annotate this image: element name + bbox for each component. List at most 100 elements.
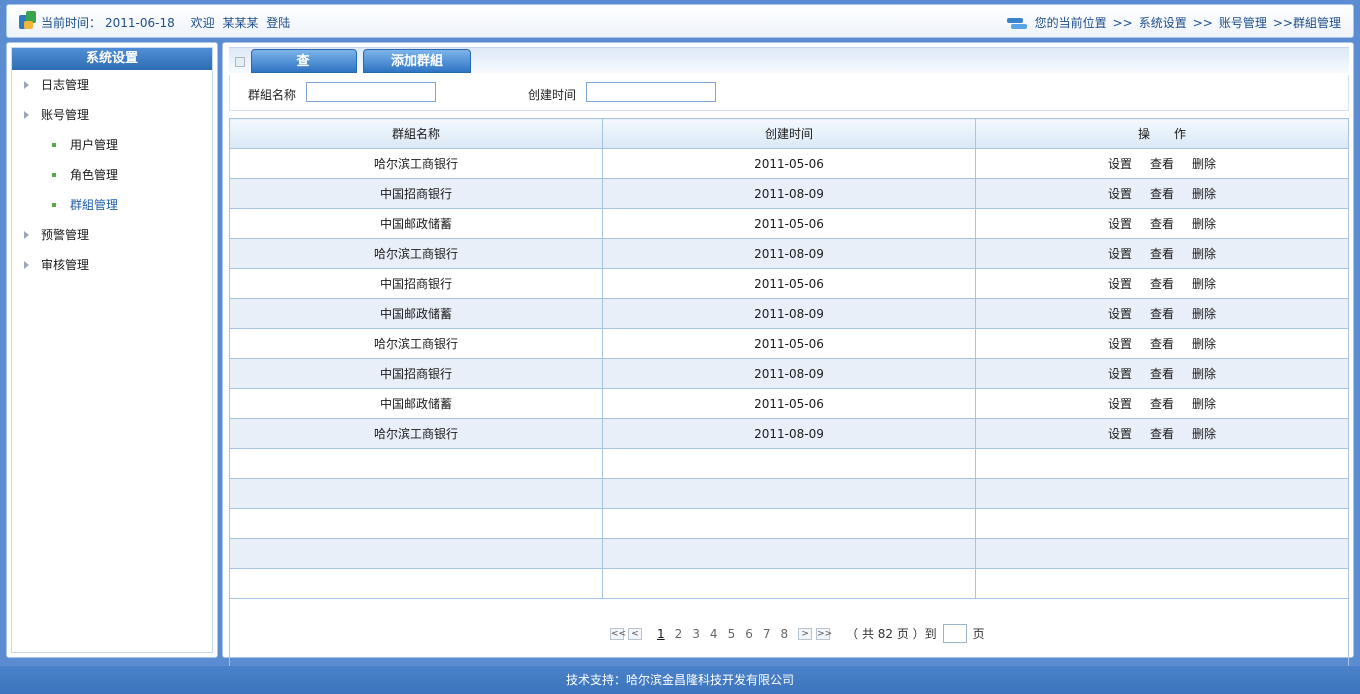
settings-link[interactable]: 设置 xyxy=(1108,427,1132,441)
last-page-button[interactable]: >> xyxy=(816,627,832,640)
sidebar-item-audit-management[interactable]: 审核管理 xyxy=(12,250,212,280)
settings-link[interactable]: 设置 xyxy=(1108,277,1132,291)
sidebar-item-label: 账号管理 xyxy=(41,108,90,122)
group-name-cell xyxy=(229,478,603,509)
table-row: 中国邮政储蓄 2011-05-06 设置 查看 删除 xyxy=(229,388,1349,419)
table-row xyxy=(229,448,1349,479)
settings-link[interactable]: 设置 xyxy=(1108,397,1132,411)
delete-link[interactable]: 删除 xyxy=(1192,217,1216,231)
current-time: 2011-06-18 xyxy=(105,15,175,30)
actions-cell: 设置 查看 删除 xyxy=(975,268,1349,299)
delete-link[interactable]: 删除 xyxy=(1192,277,1216,291)
search-form: 群組名称 创建时间 xyxy=(229,75,1349,111)
settings-link[interactable]: 设置 xyxy=(1108,337,1132,351)
group-name-cell: 中国招商银行 xyxy=(229,268,603,299)
actions-cell xyxy=(975,508,1349,539)
settings-link[interactable]: 设置 xyxy=(1108,367,1132,381)
created-time-cell: 2011-05-06 xyxy=(602,148,976,179)
view-link[interactable]: 查看 xyxy=(1150,217,1174,231)
crumb-system-settings[interactable]: 系统设置 xyxy=(1139,14,1187,31)
app-logo-icon xyxy=(19,9,37,31)
created-time-cell: 2011-05-06 xyxy=(602,268,976,299)
main-panel: 查 询 添加群組 群組名称 创建时间 群組名称 创建时间 操 作 哈尔滨工商银行… xyxy=(222,42,1354,668)
delete-link[interactable]: 删除 xyxy=(1192,187,1216,201)
settings-link[interactable]: 设置 xyxy=(1108,157,1132,171)
view-link[interactable]: 查看 xyxy=(1150,187,1174,201)
page-number[interactable]: 2 xyxy=(675,627,683,641)
view-link[interactable]: 查看 xyxy=(1150,277,1174,291)
view-link[interactable]: 查看 xyxy=(1150,157,1174,171)
sidebar-item-account-management[interactable]: 账号管理 xyxy=(12,100,212,130)
settings-link[interactable]: 设置 xyxy=(1108,247,1132,261)
delete-link[interactable]: 删除 xyxy=(1192,367,1216,381)
sidebar-item-group-management[interactable]: 群組管理 xyxy=(12,190,212,220)
page-number[interactable]: 5 xyxy=(728,627,736,641)
delete-link[interactable]: 删除 xyxy=(1192,397,1216,411)
actions-cell: 设置 查看 删除 xyxy=(975,358,1349,389)
created-time-cell: 2011-05-06 xyxy=(602,388,976,419)
page-number[interactable]: 8 xyxy=(780,627,788,641)
group-name-cell xyxy=(229,568,603,599)
sidebar-panel: 系统设置 日志管理 账号管理 用户管理 角色管理 群組管理 预警管理 审核管理 xyxy=(11,47,213,653)
pagination: << < 1 2 3 4 5 6 7 8 > >> （ 共 82 页 ）到 页 xyxy=(229,598,1349,668)
view-link[interactable]: 查看 xyxy=(1150,367,1174,381)
login-link[interactable]: 登陆 xyxy=(266,16,290,30)
created-time-cell: 2011-08-09 xyxy=(602,418,976,449)
view-link[interactable]: 查看 xyxy=(1150,427,1174,441)
table-row: 哈尔滨工商银行 2011-08-09 设置 查看 删除 xyxy=(229,238,1349,269)
top-info: 当前时间： 2011-06-18 欢迎 某某某 登陆 xyxy=(19,11,294,31)
page-number[interactable]: 6 xyxy=(745,627,753,641)
top-bar: 当前时间： 2011-06-18 欢迎 某某某 登陆 您的当前位置 >> 系统设置… xyxy=(6,4,1354,38)
created-time-cell: 2011-08-09 xyxy=(602,238,976,269)
group-name-cell: 中国邮政储蓄 xyxy=(229,388,603,419)
page-number[interactable]: 3 xyxy=(692,627,700,641)
welcome-text: 欢迎 xyxy=(190,15,215,30)
expand-triangle-icon xyxy=(24,111,29,119)
crumb-account-management[interactable]: 账号管理 xyxy=(1219,14,1267,31)
group-name-cell: 哈尔滨工商银行 xyxy=(229,148,603,179)
collapse-icon[interactable] xyxy=(235,57,245,67)
sidebar-item-user-management[interactable]: 用户管理 xyxy=(12,130,212,160)
settings-link[interactable]: 设置 xyxy=(1108,217,1132,231)
settings-link[interactable]: 设置 xyxy=(1108,187,1132,201)
settings-link[interactable]: 设置 xyxy=(1108,307,1132,321)
view-link[interactable]: 查看 xyxy=(1150,337,1174,351)
view-link[interactable]: 查看 xyxy=(1150,307,1174,321)
sidebar-item-role-management[interactable]: 角色管理 xyxy=(12,160,212,190)
table-row: 中国邮政储蓄 2011-08-09 设置 查看 删除 xyxy=(229,298,1349,329)
sidebar-item-alert-management[interactable]: 预警管理 xyxy=(12,220,212,250)
actions-cell: 设置 查看 删除 xyxy=(975,208,1349,239)
first-page-button[interactable]: << xyxy=(610,627,626,640)
next-page-button[interactable]: > xyxy=(798,627,813,640)
page-number[interactable]: 7 xyxy=(763,627,771,641)
created-time-cell xyxy=(602,568,976,599)
delete-link[interactable]: 删除 xyxy=(1192,247,1216,261)
view-link[interactable]: 查看 xyxy=(1150,247,1174,261)
group-name-cell xyxy=(229,538,603,569)
view-link[interactable]: 查看 xyxy=(1150,397,1174,411)
group-name-input[interactable] xyxy=(306,82,436,102)
created-time-input[interactable] xyxy=(586,82,716,102)
page-number[interactable]: 4 xyxy=(710,627,718,641)
table-row xyxy=(229,538,1349,569)
delete-link[interactable]: 删除 xyxy=(1192,427,1216,441)
delete-link[interactable]: 删除 xyxy=(1192,337,1216,351)
expand-triangle-icon xyxy=(24,261,29,269)
add-group-button[interactable]: 添加群組 xyxy=(363,49,471,73)
prev-page-button[interactable]: < xyxy=(628,627,642,640)
sidebar-item-log-management[interactable]: 日志管理 xyxy=(12,70,212,100)
group-name-cell: 中国招商银行 xyxy=(229,358,603,389)
sidebar: 系统设置 日志管理 账号管理 用户管理 角色管理 群組管理 预警管理 审核管理 xyxy=(6,42,218,658)
delete-link[interactable]: 删除 xyxy=(1192,307,1216,321)
group-name-cell: 中国邮政储蓄 xyxy=(229,298,603,329)
sidebar-item-label: 日志管理 xyxy=(41,78,90,92)
goto-page-input[interactable] xyxy=(942,624,967,643)
location-label: 您的当前位置 xyxy=(1034,16,1107,30)
query-button[interactable]: 查 询 xyxy=(251,49,357,93)
actions-cell: 设置 查看 删除 xyxy=(975,178,1349,209)
top-status: 当前时间： 2011-06-18 欢迎 某某某 登陆 xyxy=(41,14,294,31)
page-number[interactable]: 1 xyxy=(657,627,665,641)
delete-link[interactable]: 删除 xyxy=(1192,157,1216,171)
created-time-cell: 2011-08-09 xyxy=(602,298,976,329)
table-row: 中国招商银行 2011-08-09 设置 查看 删除 xyxy=(229,178,1349,209)
